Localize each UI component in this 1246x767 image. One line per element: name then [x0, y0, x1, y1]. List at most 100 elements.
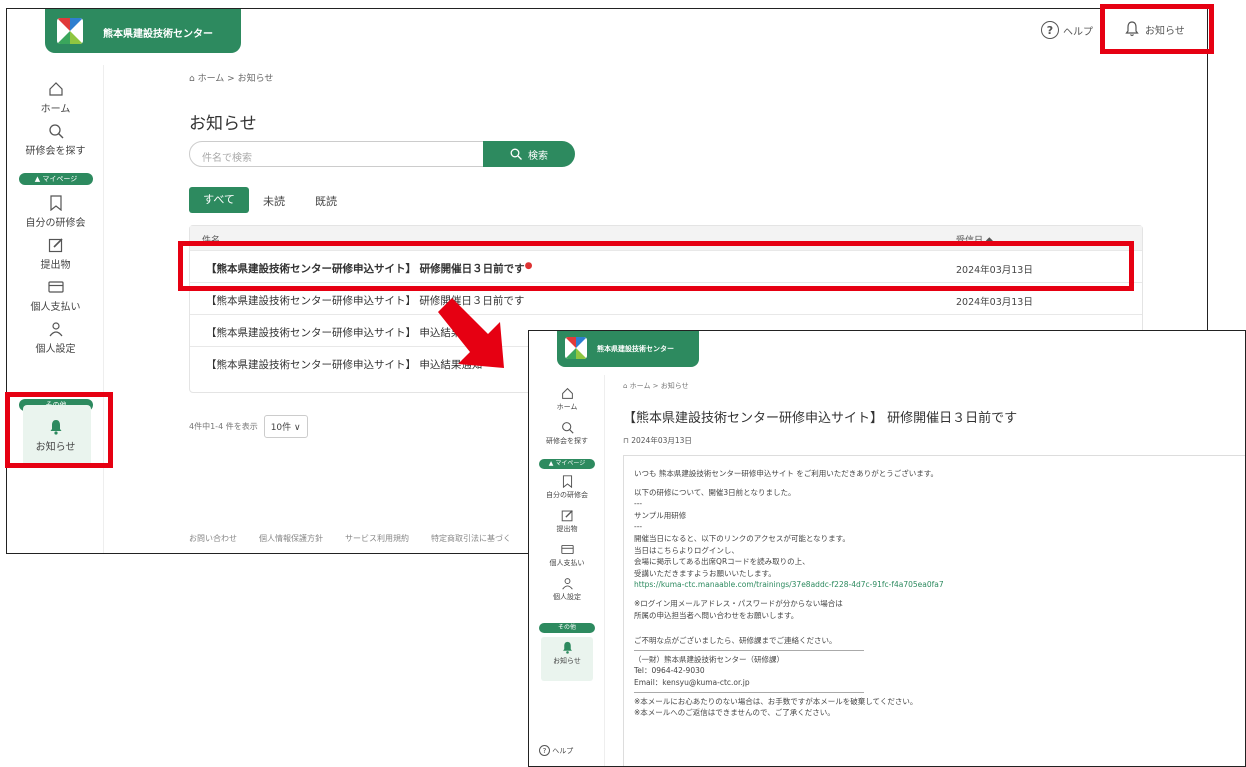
- tab-unread[interactable]: 未読: [263, 193, 285, 209]
- mypage-section-toggle[interactable]: ▲ マイページ: [19, 173, 93, 185]
- highlight-header-notices: [1100, 4, 1214, 54]
- logo-mark-icon: [565, 337, 587, 359]
- body-divider: [634, 649, 864, 651]
- sidebar-item-label: 個人支払い: [549, 559, 585, 567]
- body-line: 会場に掲示してある出席QRコードを読み取りの上、: [634, 557, 810, 567]
- body-line: サンプル用研修: [634, 510, 687, 520]
- search-input[interactable]: 件名で検索: [189, 141, 487, 167]
- footer-link-commerce[interactable]: 特定商取引法に基づく: [431, 533, 511, 544]
- bell-filled-icon: [562, 641, 572, 654]
- search-icon: [48, 124, 63, 139]
- highlight-unread-row: [178, 241, 1134, 291]
- body-line: 以下の研修について、開催3日前となりました。: [634, 487, 796, 497]
- sidebar-item-label: 提出物: [556, 525, 578, 533]
- edit-icon: [561, 510, 573, 522]
- sidebar-item-label: 個人設定: [553, 593, 581, 601]
- sidebar-item-label: 提出物: [40, 260, 71, 271]
- body-link[interactable]: https://kuma-ctc.manaable.com/trainings/…: [634, 579, 1245, 591]
- sidebar-item-search[interactable]: 研修会を探す: [7, 123, 104, 157]
- site-logo[interactable]: 熊本県建設技術センター: [45, 9, 241, 53]
- sidebar-item-notices[interactable]: お知らせ: [529, 641, 605, 666]
- sidebar-item-label: ホーム: [40, 104, 71, 115]
- body-line: ---: [634, 522, 643, 532]
- search-icon: [561, 422, 574, 434]
- body-line: 開催当日になると、以下のリンクのアクセスが可能となります。: [634, 533, 850, 543]
- sidebar-item-home[interactable]: ホーム: [529, 387, 605, 412]
- search-button-label: 検索: [528, 150, 548, 162]
- sidebar-item-payments[interactable]: 個人支払い: [529, 543, 605, 568]
- sidebar-item-search[interactable]: 研修会を探す: [529, 421, 605, 446]
- sidebar-item-my-courses[interactable]: 自分の研修会: [529, 475, 605, 500]
- sidebar-item-submissions[interactable]: 提出物: [529, 509, 605, 534]
- notice-detail-window: 熊本県建設技術センター ホーム 研修会を探す ▲ マイページ 自分の研修会 提出…: [528, 330, 1246, 767]
- sidebar-help-link[interactable]: ? ヘルプ: [529, 745, 605, 756]
- body-line: ※ログイン用メールアドレス・パスワードが分からない場合は: [634, 598, 843, 608]
- footer-link-terms[interactable]: サービス利用規約: [345, 533, 409, 544]
- body-line: 所属の申込担当者へ問い合わせをお願いします。: [634, 610, 799, 620]
- footer-link-privacy[interactable]: 個人情報保護方針: [259, 533, 323, 544]
- sidebar-item-label: 個人支払い: [30, 302, 81, 313]
- sidebar-item-payments[interactable]: 個人支払い: [7, 279, 104, 313]
- highlight-sidebar-notices: [5, 392, 113, 468]
- sidebar-item-label: 個人設定: [35, 344, 76, 355]
- sidebar-item-my-courses[interactable]: 自分の研修会: [7, 195, 104, 229]
- help-icon: ?: [539, 745, 550, 756]
- body-line: いつも 熊本県建設技術センター研修申込サイト をご利用いただきありがとうございま…: [634, 469, 939, 478]
- sidebar-item-settings[interactable]: 個人設定: [529, 577, 605, 602]
- body-line: ※本メールへのご返信はできませんので、ご了承ください。: [634, 708, 835, 718]
- body-line: ---: [634, 499, 643, 509]
- bookmark-icon: [49, 195, 62, 211]
- site-logo[interactable]: 熊本県建設技術センター: [557, 331, 699, 367]
- mypage-section-toggle[interactable]: ▲ マイページ: [539, 459, 595, 469]
- tab-all[interactable]: すべて: [189, 187, 249, 213]
- body-line: ご不明な点がございましたら、研修課までご連絡ください。: [634, 636, 837, 646]
- help-link[interactable]: ? ヘルプ: [1041, 21, 1093, 39]
- sidebar-item-settings[interactable]: 個人設定: [7, 321, 104, 355]
- site-title: 熊本県建設技術センター: [103, 29, 213, 40]
- breadcrumb[interactable]: ⌂ ホーム > お知らせ: [189, 71, 273, 84]
- body-line: （一財）熊本県建設技術センター（研修課）: [634, 654, 784, 664]
- footer-links: お問い合わせ 個人情報保護方針 サービス利用規約 特定商取引法に基づく: [189, 533, 511, 544]
- sidebar-item-label: お知らせ: [553, 657, 581, 665]
- body-line: Email：kensyu@kuma-ctc.or.jp: [634, 677, 750, 687]
- help-icon: ?: [1041, 21, 1059, 39]
- site-title: 熊本県建設技術センター: [597, 345, 674, 353]
- notice-date: ⊓ 2024年03月13日: [623, 436, 692, 445]
- sidebar-item-label: 自分の研修会: [25, 218, 86, 229]
- body-line: 受講いただきますようお願いいたします。: [634, 568, 776, 578]
- result-count: 4件中1-4 件を表示: [189, 422, 258, 431]
- sidebar-item-home[interactable]: ホーム: [7, 81, 104, 115]
- logo-mark-icon: [57, 18, 83, 44]
- help-label: ヘルプ: [552, 747, 574, 755]
- tab-read[interactable]: 既読: [315, 193, 337, 209]
- home-icon: [561, 387, 573, 399]
- other-section-label: その他: [539, 623, 595, 633]
- search-icon: [510, 148, 522, 160]
- notice-body: いつも 熊本県建設技術センター研修申込サイト をご利用いただきありがとうございま…: [623, 455, 1245, 766]
- pagination: 4件中1-4 件を表示 10件 ∨: [189, 415, 308, 438]
- sidebar: ホーム 研修会を探す ▲ マイページ 自分の研修会 提出物 個人支払い 個人設定…: [529, 375, 605, 766]
- user-icon: [561, 578, 573, 590]
- sidebar-item-submissions[interactable]: 提出物: [7, 237, 104, 271]
- body-line: Tel：0964-42-9030: [634, 666, 705, 676]
- row-date: 2024年03月13日: [956, 297, 1033, 308]
- breadcrumb[interactable]: ⌂ ホーム > お知らせ: [623, 381, 689, 391]
- body-divider: [634, 691, 864, 693]
- home-icon: [48, 82, 63, 96]
- sidebar-item-label: ホーム: [556, 403, 578, 411]
- body-line: ※本メールにお心あたりのない場合は、お手数ですが本メールを破棄してください。: [634, 696, 918, 706]
- bookmark-icon: [562, 475, 572, 488]
- user-icon: [49, 322, 62, 337]
- footer-link-contact[interactable]: お問い合わせ: [189, 533, 237, 544]
- per-page-select[interactable]: 10件 ∨: [263, 415, 308, 438]
- search-button[interactable]: 検索: [483, 141, 575, 167]
- help-label: ヘルプ: [1063, 26, 1093, 38]
- sidebar-item-label: 研修会を探す: [546, 437, 588, 445]
- credit-card-icon: [47, 281, 64, 293]
- sidebar-item-label: 自分の研修会: [546, 491, 588, 499]
- body-line: 当日はこちらよりログインし、: [634, 545, 739, 555]
